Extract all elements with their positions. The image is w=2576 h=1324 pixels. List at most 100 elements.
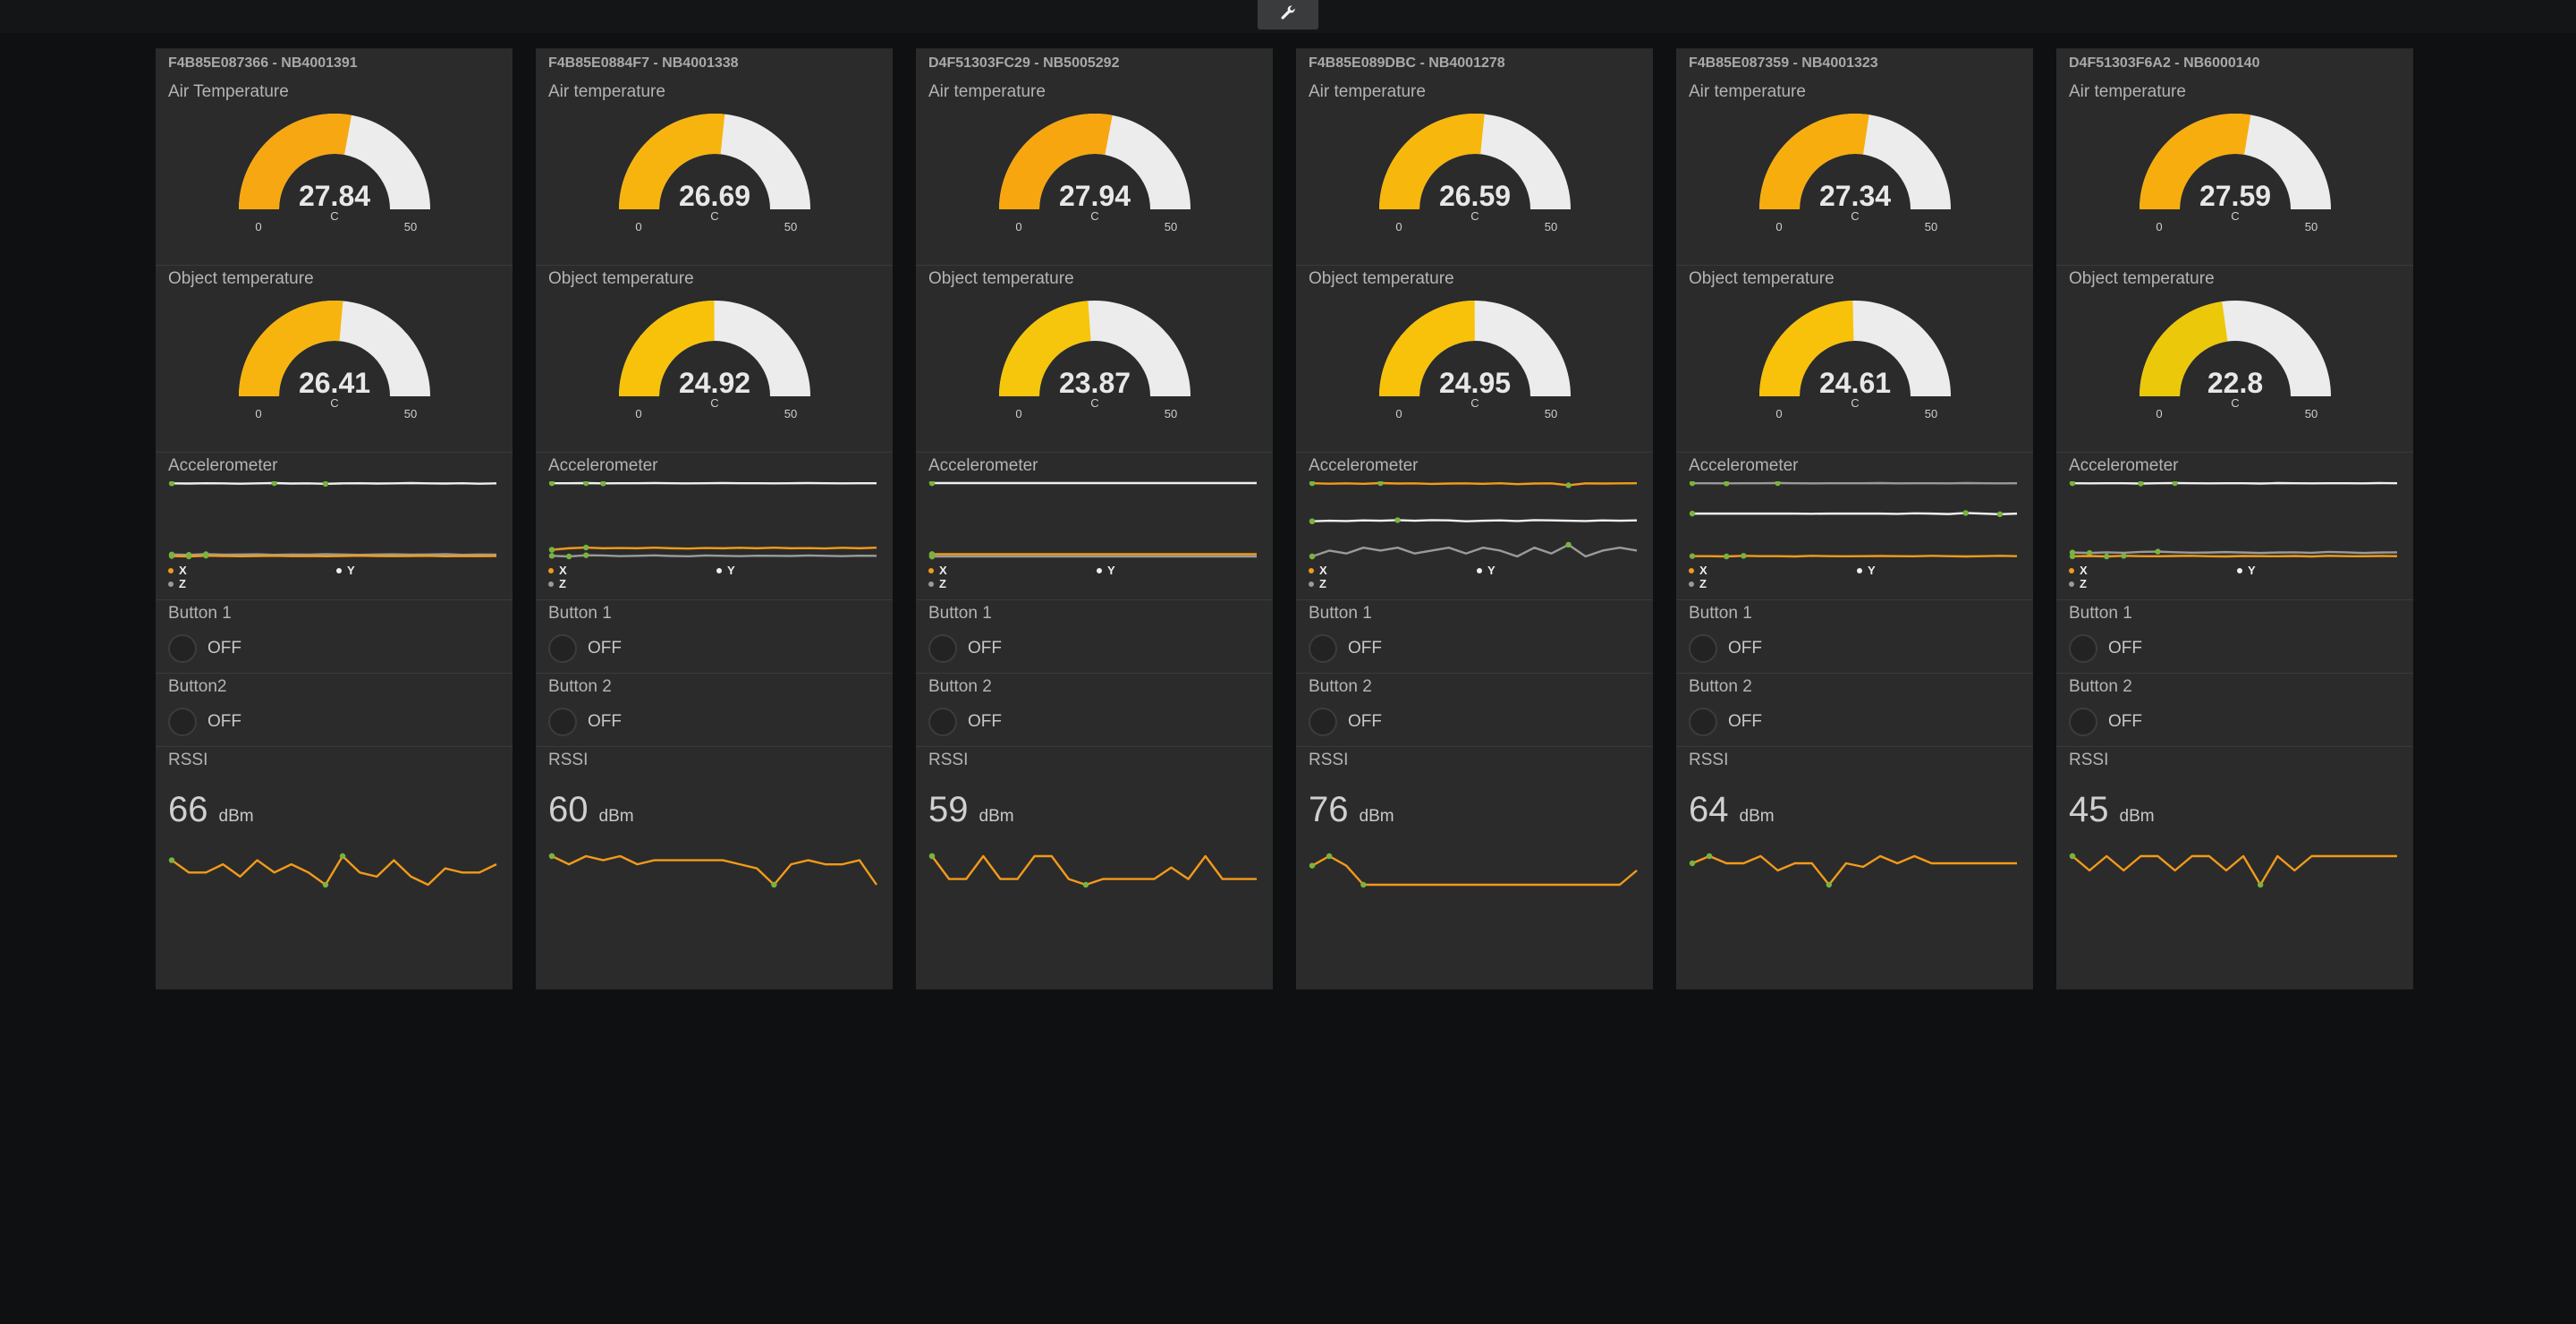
rssi-line-marker — [1309, 862, 1316, 869]
rssi-unit: dBm — [1739, 807, 1775, 826]
button2-state: OFF — [588, 712, 622, 731]
legend-x-dot — [2069, 567, 2074, 573]
rssi-widget: RSSI 66 dBm — [156, 747, 513, 989]
legend-z: Z — [548, 577, 567, 590]
accel-z-line-marker — [1309, 553, 1316, 560]
device-pane: D4F51303F6A2 - NB6000140 Air temperature… — [2056, 48, 2413, 989]
rssi-value: 66 — [168, 790, 208, 829]
gauge-unit: C — [330, 209, 338, 223]
widget-title: Object temperature — [1309, 269, 1454, 288]
gauge-unit: C — [1851, 209, 1859, 223]
legend-z: Z — [1309, 577, 1327, 590]
gauge-value: 22.8 — [2207, 367, 2263, 399]
gauge-max-label: 50 — [784, 407, 797, 420]
widget-title: Accelerometer — [168, 456, 278, 475]
gauge-unit: C — [2231, 396, 2239, 410]
gauge-min-label: 0 — [255, 220, 261, 233]
rssi-unit: dBm — [979, 807, 1014, 826]
legend-y: Y — [336, 564, 355, 577]
rssi-line-marker — [771, 881, 777, 888]
gauge-unit: C — [1470, 396, 1479, 410]
object-temperature-gauge: 22.8C 0 50 — [2140, 301, 2331, 420]
legend-x: X — [548, 564, 567, 577]
accel-x-line-marker — [2121, 553, 2127, 559]
object-temperature-widget: Object temperature 24.92 C 0 50 — [536, 266, 893, 453]
legend-z-dot — [1309, 581, 1314, 587]
button1-indicator-light — [928, 634, 957, 663]
accel-y-line-marker — [600, 481, 606, 487]
button1-state: OFF — [968, 639, 1002, 658]
button2-indicator-light — [2069, 708, 2097, 736]
button1-indicator-row: OFF — [536, 629, 893, 668]
widget-title: Object temperature — [928, 269, 1074, 288]
widget-title: Button 2 — [1309, 677, 1372, 696]
legend-z: Z — [1689, 577, 1707, 590]
gauge-value: 26.41 — [299, 367, 370, 399]
rssi-sparkline — [2069, 853, 2397, 888]
accel-x-line-marker — [1565, 482, 1572, 488]
accel-x-line-marker — [583, 544, 589, 551]
rssi-line-marker — [928, 853, 936, 860]
widget-title: Accelerometer — [1689, 456, 1799, 475]
gauge-min-label: 0 — [1395, 407, 1402, 420]
rssi-sparkline — [928, 853, 1257, 888]
accel-y-line-marker — [548, 481, 555, 487]
air-temperature-gauge: 27.59C 0 50 — [2140, 114, 2331, 233]
legend-z: Z — [928, 577, 947, 590]
accel-y-line-marker — [583, 481, 589, 487]
accelerometer-legend: X Z Y — [928, 564, 1115, 590]
legend-y: Y — [1477, 564, 1496, 577]
button2-indicator-row: OFF — [156, 702, 513, 742]
object-temperature-gauge: 24.61C 0 50 — [1759, 301, 1951, 420]
button2-state: OFF — [208, 712, 242, 731]
object-temperature-widget: Object temperature 24.95 C 0 50 — [1296, 266, 1653, 453]
widget-title: Button 1 — [928, 604, 992, 623]
gauge-value: 24.92 — [679, 367, 750, 399]
legend-z-label: Z — [2080, 577, 2087, 590]
legend-z-dot — [928, 581, 934, 587]
legend-y-label: Y — [1487, 564, 1496, 577]
widget-title: Accelerometer — [928, 456, 1038, 475]
legend-y-dot — [2237, 567, 2242, 573]
rssi-value: 59 — [928, 790, 969, 829]
object-temperature-gauge: 24.92C 0 50 — [619, 301, 810, 420]
button1-widget: Button 1 OFF — [1676, 600, 2033, 674]
legend-y-label: Y — [1868, 564, 1876, 577]
rssi-sparkline — [1689, 853, 2017, 888]
gauge-unit: C — [710, 396, 718, 410]
widget-title: Air temperature — [1689, 82, 1806, 101]
gauge-unit: C — [1851, 396, 1859, 410]
button2-indicator-light — [1689, 708, 1717, 736]
rssi-unit: dBm — [598, 807, 634, 826]
button1-indicator-row: OFF — [156, 629, 513, 668]
legend-x-dot — [1309, 567, 1314, 573]
gauge-unit: C — [710, 209, 718, 223]
accel-z-line — [1311, 543, 1638, 558]
rssi-readout: 64 dBm — [1689, 790, 1775, 830]
accel-y-line — [171, 481, 497, 486]
rssi-line-marker — [1326, 853, 1333, 860]
rssi-value: 60 — [548, 790, 589, 829]
accel-z-line-marker — [1775, 481, 1781, 487]
button2-state: OFF — [1728, 712, 1762, 731]
button2-widget: Button2 OFF — [156, 674, 513, 747]
air-temperature-widget: Air temperature 27.34 C 0 50 — [1676, 79, 2033, 266]
button2-widget: Button 2 OFF — [2056, 674, 2413, 747]
rssi-line-marker — [322, 881, 329, 888]
button2-widget: Button 2 OFF — [1296, 674, 1653, 747]
legend-x-label: X — [2080, 564, 2088, 577]
rssi-readout: 76 dBm — [1309, 790, 1394, 830]
legend-z-label: Z — [939, 577, 946, 590]
accelerometer-widget: Accelerometer X Z Y — [916, 453, 1273, 600]
legend-x: X — [168, 564, 187, 577]
rssi-line-marker — [1082, 881, 1089, 888]
accelerometer-sparkline — [1309, 481, 1638, 560]
button1-indicator-light — [1309, 634, 1337, 663]
gauge-value: 27.94 — [1059, 180, 1131, 212]
object-temperature-gauge: 26.41C 0 50 — [239, 301, 430, 420]
button1-state: OFF — [588, 639, 622, 658]
rssi-readout: 45 dBm — [2069, 790, 2155, 830]
rssi-widget: RSSI 64 dBm — [1676, 747, 2033, 989]
configure-button[interactable] — [1258, 0, 1318, 30]
pane-title: F4B85E0884F7 - NB4001338 — [548, 55, 739, 71]
